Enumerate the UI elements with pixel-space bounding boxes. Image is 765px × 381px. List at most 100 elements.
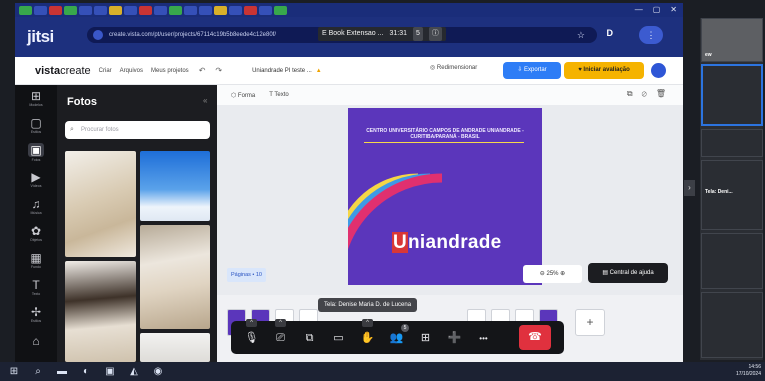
photo-thumbnail[interactable] <box>140 333 210 362</box>
vistacreate-logo[interactable]: vistacreate <box>35 65 91 77</box>
zoom-control[interactable]: ⊖ 25% ⊕ <box>523 265 582 283</box>
search-icon[interactable]: ⌕ <box>28 362 48 381</box>
taskbar-clock[interactable]: 14:56 17/10/2024 <box>736 364 761 378</box>
photo-search-input[interactable]: ⌕ Procurar fotos <box>65 121 210 139</box>
browser-tab[interactable] <box>49 5 62 15</box>
menu-criar[interactable]: Criar <box>99 68 112 74</box>
minimize-icon[interactable]: — <box>635 5 643 14</box>
browser-menu-icon[interactable]: ⋮ <box>639 26 663 44</box>
participant-tile[interactable] <box>701 233 763 289</box>
rail-item-fundo[interactable]: ▦ Fundo <box>15 247 57 274</box>
browser-tab[interactable] <box>34 5 47 15</box>
resize-button[interactable]: ◎ Redimensionar <box>430 64 477 71</box>
browser-tab[interactable] <box>244 5 257 15</box>
browser-tab[interactable] <box>199 5 212 15</box>
close-icon[interactable]: ✕ <box>670 5 677 14</box>
bookmark-star-icon[interactable]: ☆ <box>577 30 585 41</box>
duplicate-icon[interactable]: ⧉ <box>627 89 642 98</box>
rail-item-more[interactable]: ⌂ <box>15 328 57 355</box>
camera-button[interactable]: ⎚ ^ <box>266 318 295 350</box>
export-button[interactable]: ⇩ Exportar <box>503 62 561 79</box>
start-review-button[interactable]: ♥ Iniciar avaliação <box>564 62 644 79</box>
redo-icon[interactable]: ↷ <box>215 66 222 75</box>
chevron-up-icon[interactable]: ^ <box>275 318 286 327</box>
browser-tab[interactable] <box>109 5 122 15</box>
browser-tab[interactable] <box>184 5 197 15</box>
browser-tab[interactable] <box>154 5 167 15</box>
participant-tile-active[interactable] <box>701 64 763 126</box>
lock-icon[interactable]: ⊘ <box>642 89 656 98</box>
more-actions-button[interactable]: ••• <box>469 326 498 350</box>
collapse-panel-icon[interactable]: « <box>203 96 207 105</box>
pages-count-button[interactable]: Páginas • 10 <box>227 268 266 282</box>
participant-video-tile[interactable]: ew <box>701 18 763 62</box>
screen-share-button[interactable]: ⧉ <box>295 326 324 350</box>
jitsi-logo: jitsi <box>27 27 54 46</box>
participants-button[interactable]: 👥 5 <box>382 323 411 350</box>
rail-item-fotos[interactable]: ▣ Fotos <box>15 139 57 166</box>
rail-item-objetos[interactable]: ✿ Objetos <box>15 220 57 247</box>
add-page-button[interactable]: + <box>575 309 605 336</box>
rail-item-vídeos[interactable]: ▶ Vídeos <box>15 166 57 193</box>
zoom-out-icon[interactable]: ⊖ <box>540 271 545 277</box>
design-page[interactable]: CENTRO UNIVERSITÁRIO CAMPOS DE ANDRADE U… <box>348 108 542 285</box>
chevron-up-icon[interactable]: ^ <box>246 318 257 327</box>
screen-share-tile[interactable]: Tela: Deni... <box>701 160 763 230</box>
profile-icon[interactable]: D <box>607 28 614 38</box>
chrome-icon[interactable]: ◉ <box>148 362 168 381</box>
browser-tab[interactable] <box>169 5 182 15</box>
browser-tab[interactable] <box>274 5 287 15</box>
help-center-button[interactable]: ▤ Central de ajuda <box>588 263 668 283</box>
browser-tab[interactable] <box>139 5 152 15</box>
shape-tool[interactable]: ⬡ Forma <box>231 92 255 99</box>
browser-tab[interactable] <box>19 5 32 15</box>
text-tool[interactable]: T Texto <box>269 92 288 98</box>
browser-tab[interactable] <box>94 5 107 15</box>
info-icon[interactable]: ⓘ <box>428 27 442 41</box>
photo-thumbnail[interactable] <box>65 151 136 257</box>
photo-thumbnail[interactable] <box>65 261 136 362</box>
zoom-in-icon[interactable]: ⊕ <box>560 271 565 277</box>
file-explorer-icon[interactable]: ▬ <box>52 362 72 381</box>
filmstrip-toggle-icon[interactable]: › <box>684 180 695 196</box>
filmstrip: ew Tela: Deni... <box>700 18 763 360</box>
left-icon-rail: ⊞ Modelos ▢ Estilos ▣ Fotos ▶ Vídeos ♫ Música ✿ Obj… <box>15 85 57 362</box>
store-icon[interactable]: ▣ <box>100 362 120 381</box>
rail-item-modelos[interactable]: ⊞ Modelos <box>15 85 57 112</box>
brand-logo-text: Uniandrade <box>392 232 502 253</box>
browser-tab[interactable] <box>259 5 272 15</box>
rail-item-estilos[interactable]: ✢ Estilos <box>15 301 57 328</box>
user-avatar[interactable] <box>651 63 666 78</box>
rail-item-texto[interactable]: T Texto <box>15 274 57 301</box>
browser-tab[interactable] <box>79 5 92 15</box>
rail-item-estilos[interactable]: ▢ Estilos <box>15 112 57 139</box>
meeting-toolbox: 🎙 ^ ⎚ ^ ⧉ ▭ ✋ ^ 👥 5 ⊞ ➕ ••• ☎ <box>231 318 564 354</box>
site-info-icon[interactable] <box>93 30 103 40</box>
menu-arquivos[interactable]: Arquivos <box>120 68 143 74</box>
participant-tile[interactable] <box>701 129 763 157</box>
start-icon[interactable]: ⊞ <box>4 362 24 381</box>
chevron-up-icon[interactable]: ^ <box>362 318 373 327</box>
rail-item-label: Fundo <box>31 265 41 269</box>
photo-thumbnail[interactable] <box>140 225 210 329</box>
photo-thumbnail[interactable] <box>140 151 210 221</box>
rail-item-música[interactable]: ♫ Música <box>15 193 57 220</box>
chat-button[interactable]: ▭ <box>324 326 353 350</box>
menu-meus-projetos[interactable]: Meus projetos <box>151 68 189 74</box>
tile-view-button[interactable]: ⊞ <box>411 326 440 350</box>
document-name[interactable]: Uniandrade PI teste ... ▲ <box>252 68 322 74</box>
browser-tab[interactable] <box>214 5 227 15</box>
app-icon[interactable]: ◭ <box>124 362 144 381</box>
hangup-button[interactable]: ☎ <box>519 325 551 350</box>
microphone-button[interactable]: 🎙 ^ <box>237 318 266 350</box>
trash-icon[interactable]: 🗑 <box>656 89 675 98</box>
undo-icon[interactable]: ↶ <box>199 66 206 75</box>
participant-tile[interactable] <box>701 292 763 358</box>
maximize-icon[interactable]: ▢ <box>653 5 661 14</box>
browser-tab[interactable] <box>229 5 242 15</box>
raise-hand-button[interactable]: ✋ ^ <box>353 318 382 350</box>
browser-tab[interactable] <box>64 5 77 15</box>
invite-button[interactable]: ➕ <box>440 326 469 350</box>
browser-tab[interactable] <box>124 5 137 15</box>
edge-icon[interactable]: ◐ <box>76 362 96 381</box>
